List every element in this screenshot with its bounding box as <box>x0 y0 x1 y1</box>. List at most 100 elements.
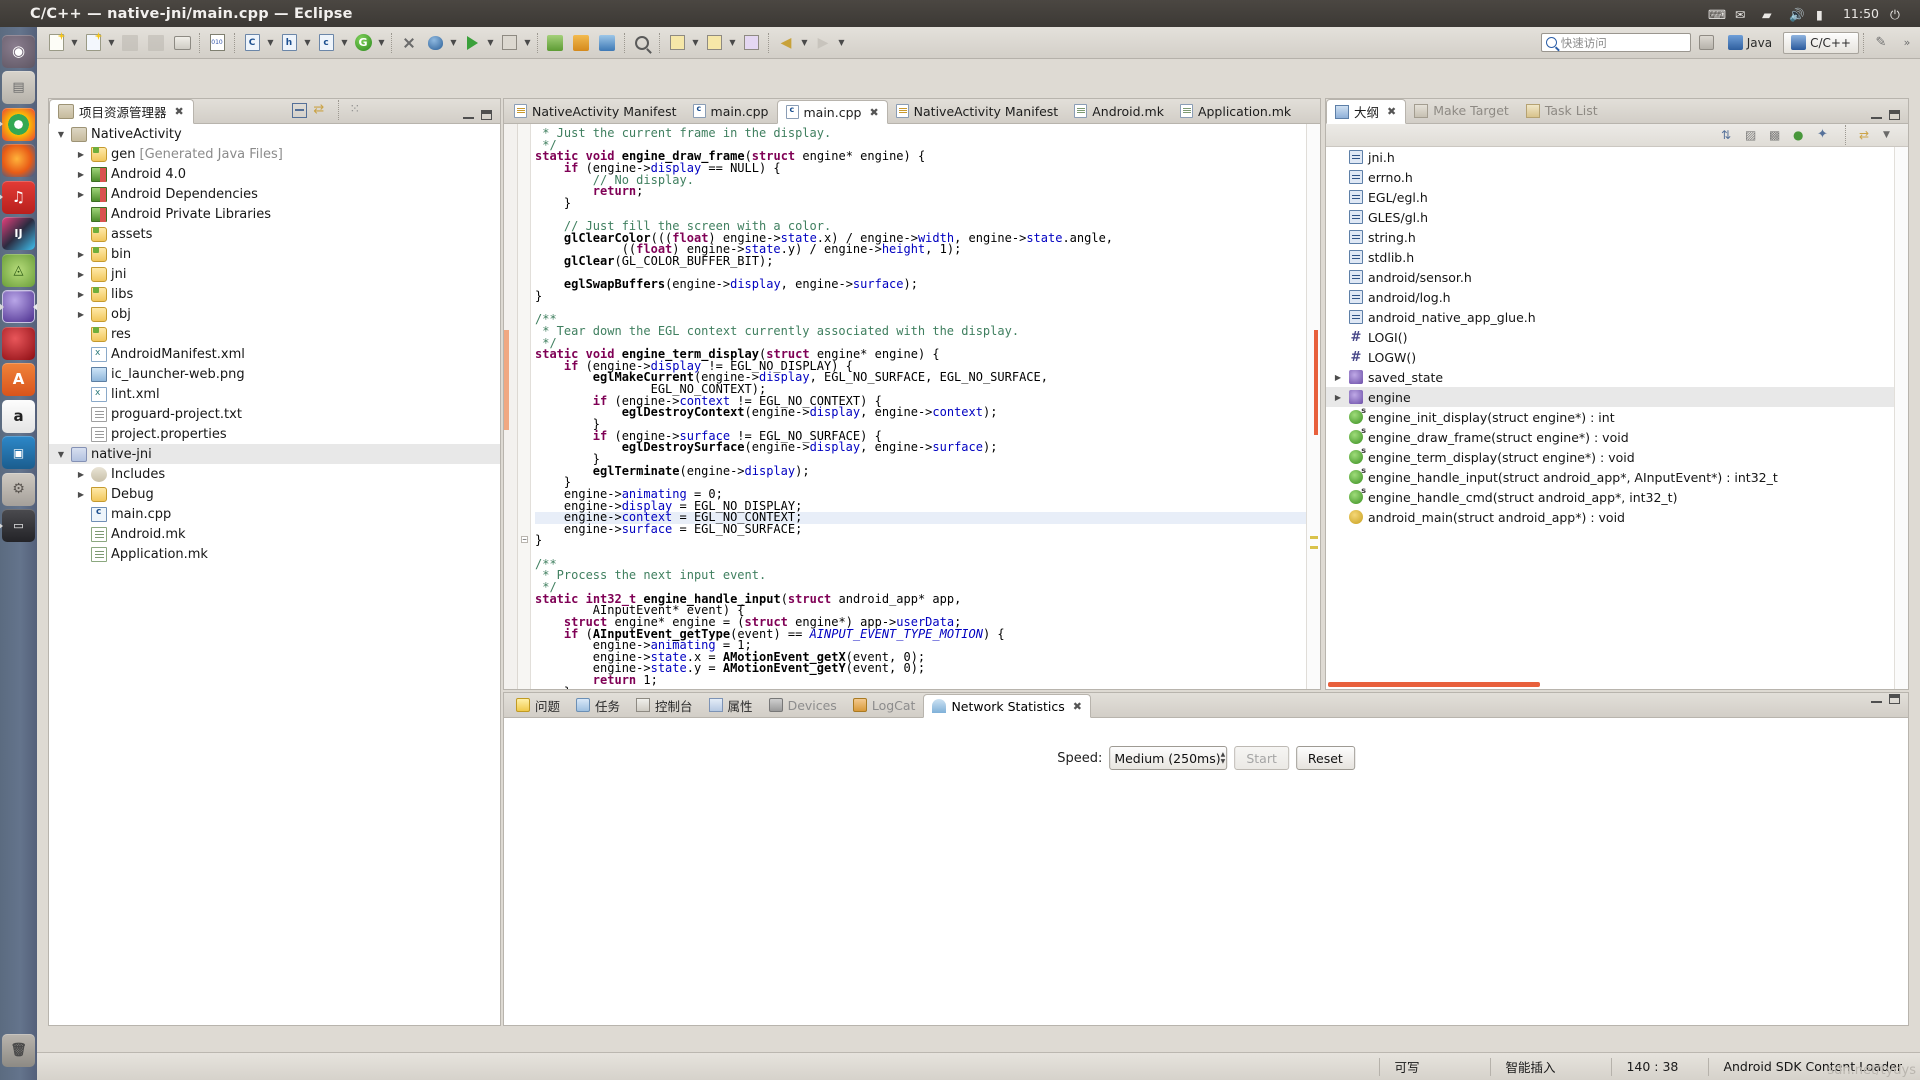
network-icon[interactable]: ▰ <box>1762 7 1778 22</box>
launcher-item-system-settings[interactable]: ⚙ <box>2 472 35 506</box>
outline-item[interactable]: s engine_init_display(struct engine*) : i… <box>1326 406 1908 427</box>
tree-item[interactable]: ▼ native-jni <box>49 444 500 464</box>
print-button[interactable] <box>170 31 194 55</box>
speed-select[interactable]: Medium (250ms) ▲ ▼ <box>1109 746 1228 770</box>
launcher-item-chrome[interactable] <box>2 107 35 141</box>
reset-button[interactable]: Reset <box>1295 746 1355 770</box>
fold-marker[interactable]: − <box>521 536 528 543</box>
run-button[interactable] <box>460 31 484 55</box>
outline-item[interactable]: # LOGI() <box>1326 327 1908 347</box>
launcher-item-intellij-idea[interactable]: IJ <box>2 217 35 250</box>
launcher-item-ruby[interactable] <box>2 326 35 360</box>
previous-annotation-button[interactable] <box>702 31 726 55</box>
twisty-collapsed-icon[interactable]: ▶ <box>75 250 87 259</box>
launcher-item-netease-music[interactable]: ♫ <box>2 180 35 214</box>
launcher-item-files[interactable]: ▤ <box>2 71 35 104</box>
hide-static-icon[interactable]: ▩ <box>1769 128 1784 143</box>
tree-item[interactable]: assets <box>49 224 500 244</box>
quick-access-input[interactable]: 快速访问 <box>1540 33 1691 52</box>
battery-icon[interactable]: ▮ <box>1816 7 1832 22</box>
view-menu-icon[interactable]: ▼ <box>1883 128 1898 143</box>
sort-icon[interactable]: ⇅ <box>1721 128 1736 143</box>
maximize-icon[interactable] <box>1889 694 1900 704</box>
tree-item[interactable]: main.cpp <box>49 504 500 524</box>
new-android-project-button[interactable] <box>543 31 567 55</box>
tree-item[interactable]: lint.xml <box>49 384 500 404</box>
twisty-expanded-icon[interactable]: ▼ <box>55 130 67 139</box>
previous-annotation-dropdown-icon[interactable]: ▼ <box>727 32 738 54</box>
twisty-collapsed-icon[interactable]: ▶ <box>75 470 87 479</box>
new-header-dropdown-icon[interactable]: ▼ <box>302 32 313 54</box>
tree-item[interactable]: Android.mk <box>49 524 500 544</box>
launcher-item-ubuntu-software[interactable]: A <box>2 363 35 396</box>
debug-dropdown-icon[interactable]: ▼ <box>448 32 459 54</box>
twisty-collapsed-icon[interactable]: ▶ <box>75 190 87 199</box>
tree-item[interactable]: AndroidManifest.xml <box>49 344 500 364</box>
tree-item[interactable]: proguard-project.txt <box>49 404 500 424</box>
tree-item[interactable]: Application.mk <box>49 544 500 564</box>
outline-item[interactable]: string.h <box>1326 227 1908 247</box>
tree-item[interactable]: ▶ bin <box>49 244 500 264</box>
outline-item[interactable]: s engine_handle_input(struct android_app*… <box>1326 466 1908 487</box>
minimize-icon[interactable] <box>1871 110 1882 119</box>
outline-item[interactable]: GLES/gl.h <box>1326 207 1908 227</box>
search-button[interactable] <box>630 31 654 55</box>
new-source-dropdown-icon[interactable]: ▼ <box>339 32 350 54</box>
pin-editor-button[interactable]: ✎ <box>1869 31 1893 55</box>
volume-icon[interactable]: 🔊 <box>1789 7 1805 22</box>
build-all-dropdown-icon[interactable]: ▼ <box>376 32 387 54</box>
outline-item[interactable]: errno.h <box>1326 167 1908 187</box>
launcher-item-eclipse[interactable] <box>2 290 35 323</box>
launcher-item-trash[interactable]: 🗑 <box>2 1033 35 1067</box>
close-icon[interactable]: ✖ <box>1073 700 1082 713</box>
twisty-collapsed-icon[interactable]: ▶ <box>75 170 87 179</box>
tree-item[interactable]: ▶ gen [Generated Java Files] <box>49 144 500 164</box>
new-source-button[interactable]: c <box>314 31 338 55</box>
launcher-item-device-manager[interactable]: ▭ <box>2 509 35 542</box>
tree-item[interactable]: ▶ Debug <box>49 484 500 504</box>
twisty-collapsed-icon[interactable]: ▶ <box>1332 393 1344 402</box>
new-wizard-dropdown-icon[interactable]: ▼ <box>69 32 80 54</box>
folding-ruler[interactable]: − <box>518 124 531 689</box>
new-c-project-dropdown-icon[interactable]: ▼ <box>106 32 117 54</box>
outline-item[interactable]: android_native_app_glue.h <box>1326 307 1908 327</box>
bottom-panel-tab[interactable]: Devices <box>761 693 845 717</box>
code-editor[interactable]: − * Just the current frame in the displa… <box>504 124 1320 689</box>
tree-item[interactable]: ▶ Includes <box>49 464 500 484</box>
back-button[interactable]: ◀ <box>774 31 798 55</box>
bottom-panel-tab[interactable]: 任务 <box>568 693 628 717</box>
new-header-button[interactable]: h <box>277 31 301 55</box>
editor-tab[interactable]: main.cpp <box>685 99 777 123</box>
filters-icon[interactable]: ✦ <box>1817 127 1832 143</box>
new-wizard-button[interactable] <box>44 31 68 55</box>
marker-ruler[interactable] <box>504 124 518 689</box>
outline-item[interactable]: # LOGW() <box>1326 347 1908 367</box>
hide-fields-icon[interactable]: ▨ <box>1745 128 1760 143</box>
close-icon[interactable]: ✖ <box>175 105 184 118</box>
toolbar-overflow-button[interactable]: » <box>1895 31 1919 55</box>
tree-item[interactable]: Android Private Libraries <box>49 204 500 224</box>
editor-tab[interactable]: main.cpp ✖ <box>776 100 888 124</box>
editor-tab[interactable]: Application.mk <box>1172 99 1299 123</box>
editor-tab[interactable]: Android.mk <box>1066 99 1172 123</box>
session-menu-icon[interactable]: ⏻ <box>1890 7 1906 22</box>
next-annotation-button[interactable] <box>665 31 689 55</box>
twisty-collapsed-icon[interactable]: ▶ <box>75 150 87 159</box>
android-avd-manager-button[interactable] <box>595 31 619 55</box>
bottom-panel-tab[interactable]: 控制台 <box>628 693 701 717</box>
bottom-panel-tab[interactable]: 属性 <box>701 693 761 717</box>
tree-item[interactable]: ic_launcher-web.png <box>49 364 500 384</box>
keyboard-layout-icon[interactable]: ⌨ <box>1708 7 1726 22</box>
twisty-collapsed-icon[interactable]: ▶ <box>75 290 87 299</box>
source-code[interactable]: * Just the current frame in the display.… <box>531 124 1306 689</box>
build-all-button[interactable]: G <box>351 31 375 55</box>
tree-item[interactable]: ▶ obj <box>49 304 500 324</box>
launcher-item-android-studio[interactable]: ◬ <box>2 253 35 287</box>
external-tools-dropdown-icon[interactable]: ▼ <box>522 32 533 54</box>
outline-item[interactable]: android/sensor.h <box>1326 267 1908 287</box>
link-with-editor-icon[interactable]: ⇄ <box>1859 128 1874 143</box>
messaging-icon[interactable]: ✉ <box>1735 7 1751 22</box>
skip-breakpoints-button[interactable] <box>397 31 421 55</box>
clock[interactable]: 11:50 <box>1843 6 1879 21</box>
bottom-panel-tab[interactable]: Network Statistics ✖ <box>923 694 1091 718</box>
